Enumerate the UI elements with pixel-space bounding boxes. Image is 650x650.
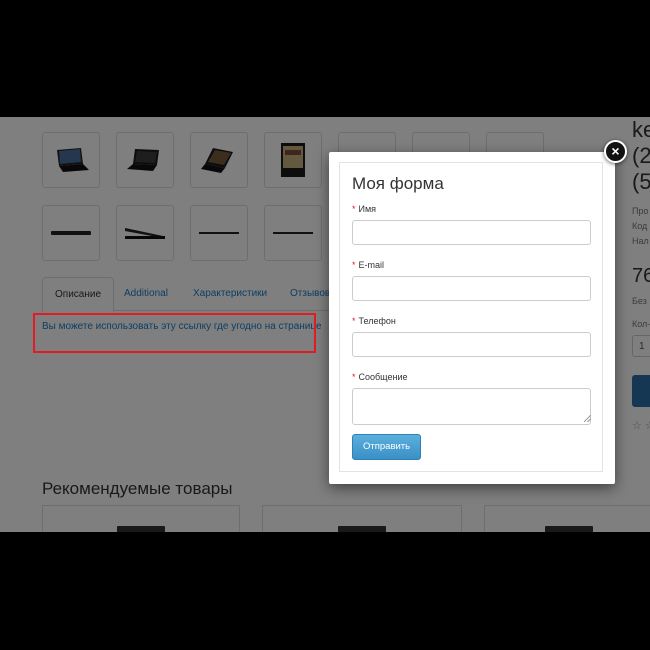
- highlight-box: [33, 313, 316, 353]
- phone-label: * Телефон: [352, 316, 396, 326]
- message-field[interactable]: [352, 388, 591, 425]
- form-modal: Моя форма * Имя * E-mail * Телефон * Сообщен…: [329, 152, 615, 484]
- name-label-text: Имя: [358, 204, 377, 214]
- form-title: Моя форма: [352, 174, 444, 193]
- email-label: * E-mail: [352, 260, 384, 270]
- form-panel: Моя форма * Имя * E-mail * Телефон * Сообщен…: [339, 162, 603, 472]
- message-label: * Сообщение: [352, 372, 408, 382]
- required-marker: *: [352, 260, 356, 270]
- required-marker: *: [352, 204, 356, 214]
- message-label-text: Сообщение: [358, 372, 408, 382]
- name-field[interactable]: [352, 220, 591, 245]
- phone-label-text: Телефон: [358, 316, 396, 326]
- email-label-text: E-mail: [358, 260, 385, 270]
- close-icon[interactable]: ×: [604, 140, 627, 163]
- phone-field[interactable]: [352, 332, 591, 357]
- required-marker: *: [352, 316, 356, 326]
- name-label: * Имя: [352, 204, 376, 214]
- required-marker: *: [352, 372, 356, 382]
- email-field[interactable]: [352, 276, 591, 301]
- message-field-wrapper: [340, 388, 604, 425]
- submit-button[interactable]: Отправить: [352, 434, 422, 460]
